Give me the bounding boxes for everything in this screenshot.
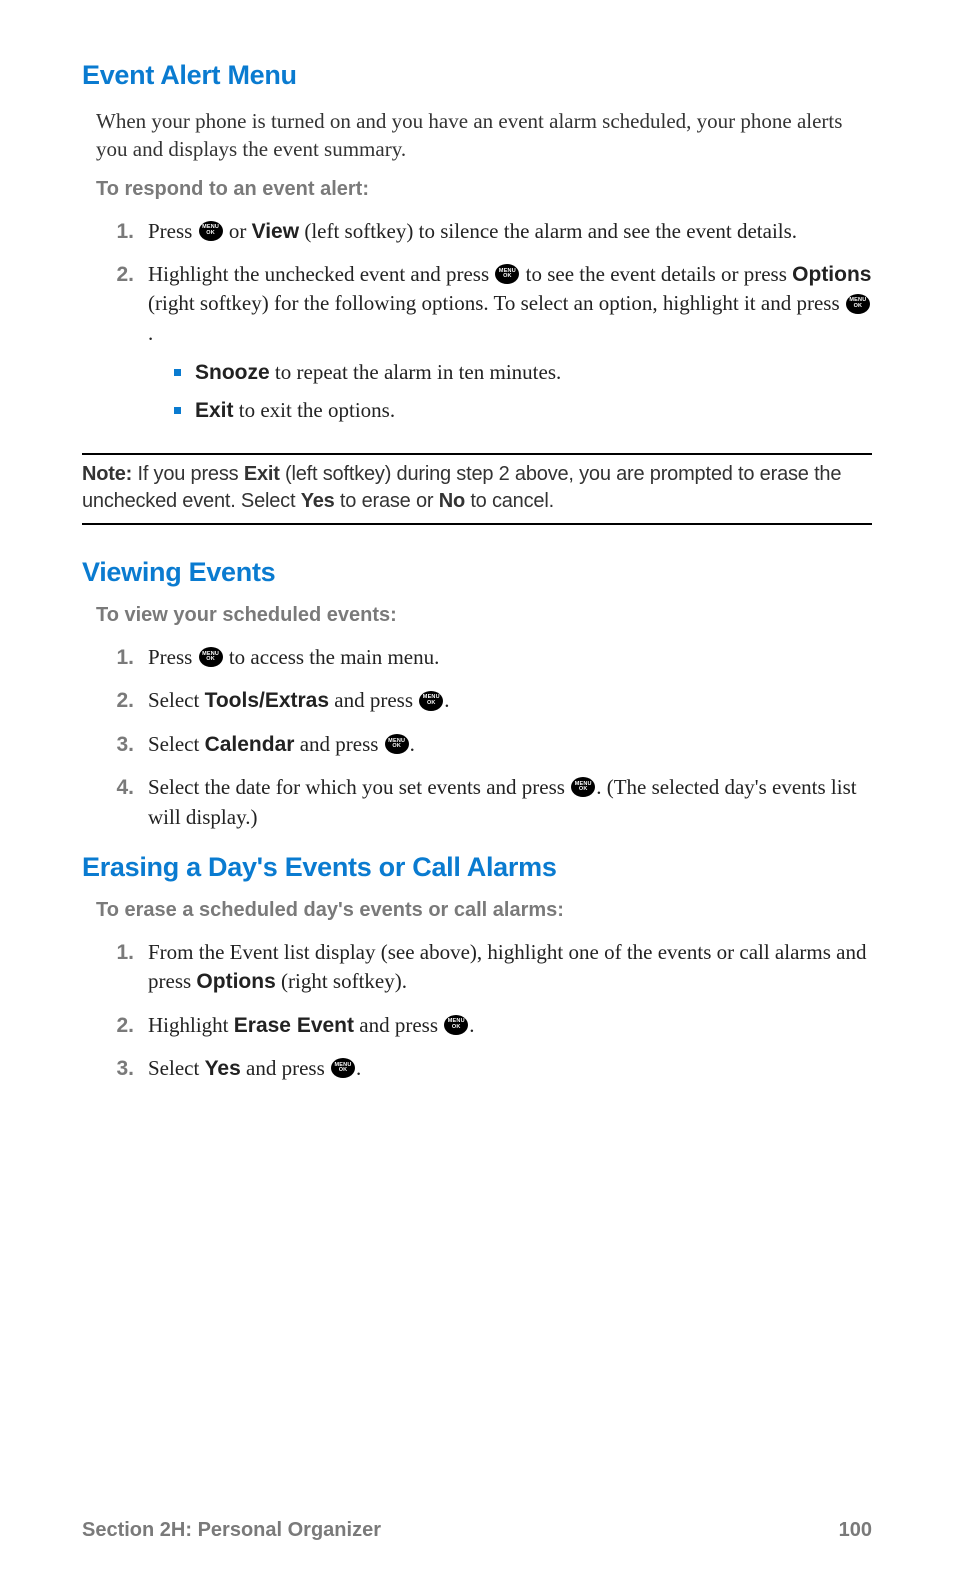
step-body: Highlight the unchecked event and press … xyxy=(148,260,872,433)
menu-ok-icon: MENUOK xyxy=(385,734,409,754)
step-2: 2. Highlight Erase Event and press MENUO… xyxy=(114,1011,872,1040)
steps-list: 1. Press MENUOK to access the main menu.… xyxy=(114,643,872,832)
text: Press xyxy=(148,645,198,669)
step-number: 2. xyxy=(114,1011,148,1040)
step-body: Select the date for which you set events… xyxy=(148,773,872,832)
text: Select the date for which you set events… xyxy=(148,775,570,799)
footer-section: Section 2H: Personal Organizer xyxy=(82,1519,381,1542)
intro-text: When your phone is turned on and you hav… xyxy=(96,107,872,164)
text: Select xyxy=(148,688,205,712)
text: and press xyxy=(329,688,418,712)
heading-viewing-events: Viewing Events xyxy=(82,557,872,588)
step-body: Press MENUOK to access the main menu. xyxy=(148,643,872,672)
step-number: 2. xyxy=(114,686,148,715)
step-number: 1. xyxy=(114,217,148,246)
text: to cancel. xyxy=(465,490,554,512)
steps-list: 1. From the Event list display (see abov… xyxy=(114,938,872,1084)
text: Highlight xyxy=(148,1013,234,1037)
square-bullet-icon xyxy=(174,369,181,376)
bold-yes: Yes xyxy=(301,490,335,512)
step-body: From the Event list display (see above),… xyxy=(148,938,872,997)
text: to access the main menu. xyxy=(224,645,440,669)
bold-erase-event: Erase Event xyxy=(234,1014,354,1037)
bold-no: No xyxy=(439,490,465,512)
menu-ok-icon: MENUOK xyxy=(199,221,223,241)
text: to erase or xyxy=(335,490,439,512)
heading-erasing: Erasing a Day's Events or Call Alarms xyxy=(82,852,872,883)
menu-ok-icon: MENUOK xyxy=(419,691,443,711)
text: to see the event details or press xyxy=(520,262,792,286)
step-body: Select Calendar and press MENUOK. xyxy=(148,730,872,759)
step-1: 1. From the Event list display (see abov… xyxy=(114,938,872,997)
heading-event-alert: Event Alert Menu xyxy=(82,60,872,91)
bold-tools-extras: Tools/Extras xyxy=(205,689,329,712)
text: . xyxy=(148,321,153,345)
step-number: 3. xyxy=(114,1054,148,1083)
text: and press xyxy=(241,1056,330,1080)
text: Press xyxy=(148,219,198,243)
text: and press xyxy=(354,1013,443,1037)
step-3: 3. Select Yes and press MENUOK. xyxy=(114,1054,872,1083)
text: and press xyxy=(294,732,383,756)
sub-intro: To respond to an event alert: xyxy=(96,178,872,201)
menu-ok-icon: MENUOK xyxy=(495,264,519,284)
step-number: 1. xyxy=(114,938,148,997)
menu-ok-icon: MENUOK xyxy=(199,647,223,667)
bold-snooze: Snooze xyxy=(195,361,270,384)
text: . xyxy=(444,688,449,712)
step-body: Highlight Erase Event and press MENUOK. xyxy=(148,1011,872,1040)
bullet-snooze: Snooze to repeat the alarm in ten minute… xyxy=(174,358,872,387)
step-2: 2. Highlight the unchecked event and pre… xyxy=(114,260,872,433)
step-number: 3. xyxy=(114,730,148,759)
step-3: 3. Select Calendar and press MENUOK. xyxy=(114,730,872,759)
step-4: 4. Select the date for which you set eve… xyxy=(114,773,872,832)
menu-ok-icon: MENUOK xyxy=(846,294,870,314)
note-label: Note: xyxy=(82,463,132,485)
step-body: Select Tools/Extras and press MENUOK. xyxy=(148,686,872,715)
text: . xyxy=(469,1013,474,1037)
page-footer: Section 2H: Personal Organizer 100 xyxy=(82,1519,872,1542)
bold-view: View xyxy=(252,220,299,243)
bold-exit: Exit xyxy=(244,463,280,485)
menu-ok-icon: MENUOK xyxy=(444,1015,468,1035)
text: Select xyxy=(148,1056,205,1080)
step-body: Press MENUOK or View (left softkey) to s… xyxy=(148,217,872,246)
sub-intro: To erase a scheduled day's events or cal… xyxy=(96,899,872,922)
bold-options: Options xyxy=(792,263,871,286)
section-viewing-events: Viewing Events To view your scheduled ev… xyxy=(82,557,872,832)
text: (right softkey) for the following option… xyxy=(148,291,845,315)
step-body: Select Yes and press MENUOK. xyxy=(148,1054,872,1083)
footer-page-number: 100 xyxy=(839,1519,872,1542)
step-1: 1. Press MENUOK to access the main menu. xyxy=(114,643,872,672)
square-bullet-icon xyxy=(174,407,181,414)
section-event-alert-menu: Event Alert Menu When your phone is turn… xyxy=(82,60,872,433)
bold-options: Options xyxy=(196,970,275,993)
sub-bullet-list: Snooze to repeat the alarm in ten minute… xyxy=(174,358,872,425)
text: or xyxy=(224,219,252,243)
section-erasing-events: Erasing a Day's Events or Call Alarms To… xyxy=(82,852,872,1084)
sub-intro: To view your scheduled events: xyxy=(96,604,872,627)
step-1: 1. Press MENUOK or View (left softkey) t… xyxy=(114,217,872,246)
bold-yes: Yes xyxy=(205,1057,241,1080)
bold-exit: Exit xyxy=(195,399,234,422)
text: (left softkey) to silence the alarm and … xyxy=(299,219,797,243)
text: Select xyxy=(148,732,205,756)
text: (right softkey). xyxy=(276,969,407,993)
text: If you press xyxy=(132,463,244,485)
step-number: 2. xyxy=(114,260,148,433)
note-box: Note: If you press Exit (left softkey) d… xyxy=(82,453,872,525)
menu-ok-icon: MENUOK xyxy=(331,1058,355,1078)
steps-list: 1. Press MENUOK or View (left softkey) t… xyxy=(114,217,872,433)
text: . xyxy=(356,1056,361,1080)
step-2: 2. Select Tools/Extras and press MENUOK. xyxy=(114,686,872,715)
step-number: 4. xyxy=(114,773,148,832)
text: Highlight the unchecked event and press xyxy=(148,262,494,286)
menu-ok-icon: MENUOK xyxy=(571,777,595,797)
text: to repeat the alarm in ten minutes. xyxy=(270,360,562,384)
bullet-exit: Exit to exit the options. xyxy=(174,396,872,425)
bold-calendar: Calendar xyxy=(205,733,295,756)
step-number: 1. xyxy=(114,643,148,672)
text: . xyxy=(410,732,415,756)
text: to exit the options. xyxy=(234,398,396,422)
